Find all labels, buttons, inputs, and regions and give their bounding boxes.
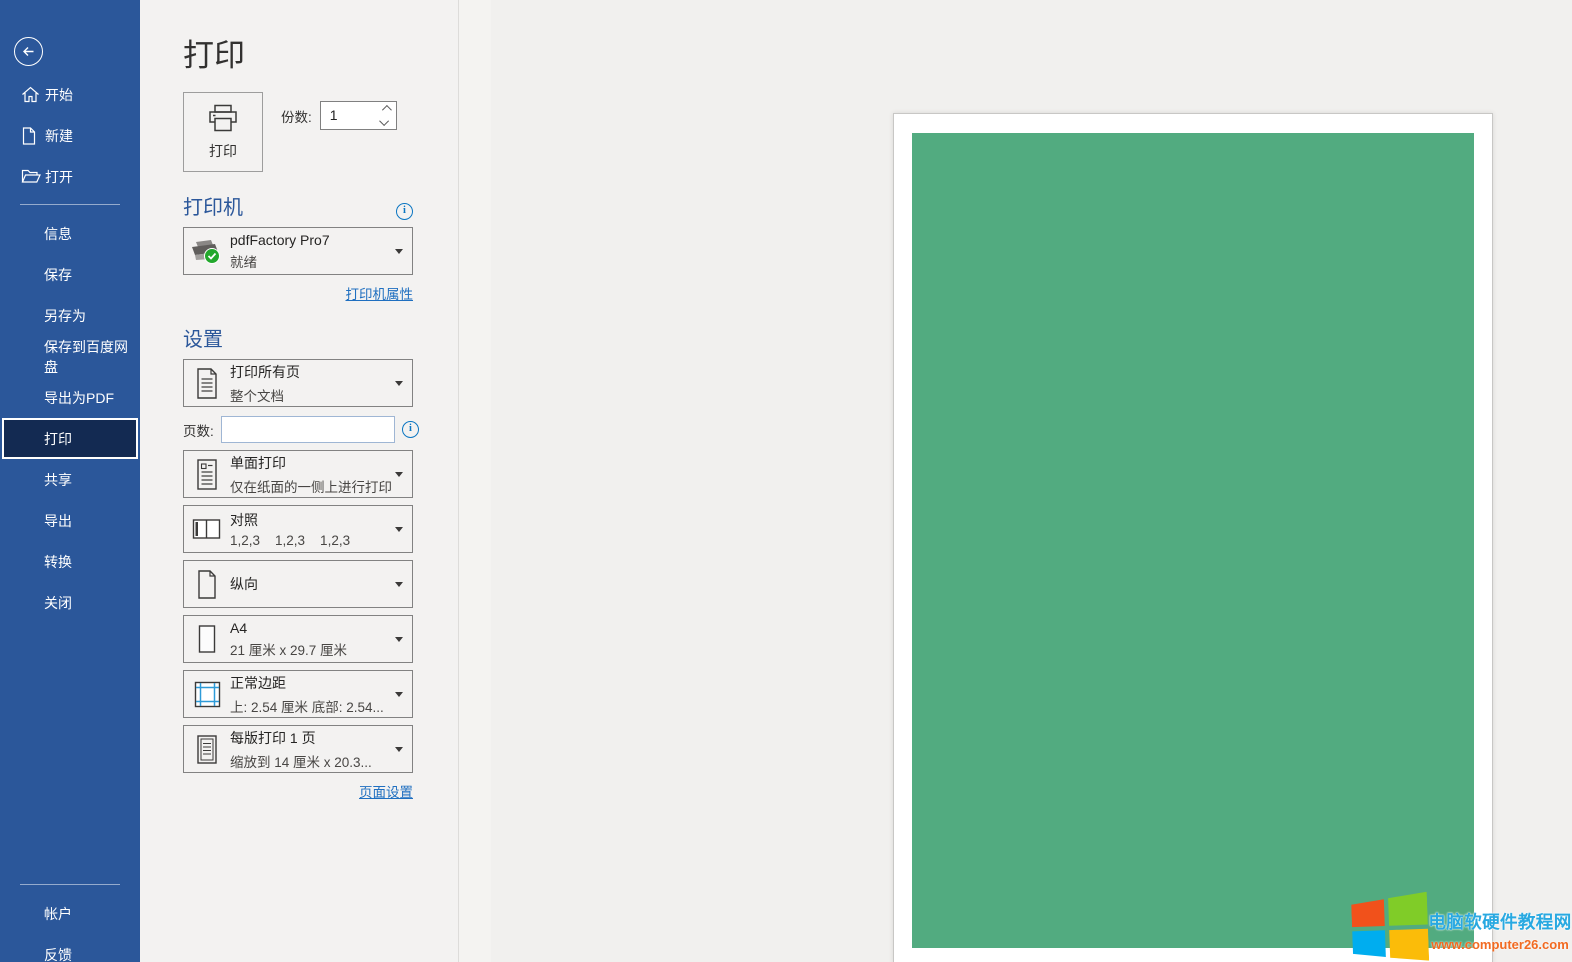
preview-page [893,113,1493,962]
sidebar-item-share[interactable]: 共享 [0,459,140,500]
sidebar-divider [20,204,120,205]
copies-group: 份数: [281,92,397,130]
printer-properties-link[interactable]: 打印机属性 [346,287,414,302]
print-settings-panel: 打印 打印 份数: [183,0,413,802]
copies-label: 份数: [281,106,312,126]
copies-input[interactable] [321,102,382,127]
sidebar-item-close[interactable]: 关闭 [0,582,140,623]
sidebar-item-save-to-baidu[interactable]: 保存到百度网盘 [0,336,140,377]
backstage-sidebar: 开始 新建 打开 信息 保存 另存为 保存到百度网盘 导出为PDF 打印 [0,0,140,962]
document-green-content [912,133,1474,948]
caret-down-icon [395,637,403,642]
windows-logo-icon [1351,892,1429,962]
print-range-icon [184,367,230,400]
caret-down-icon [395,381,403,386]
sidebar-item-new[interactable]: 新建 [0,115,140,156]
page-setup-link[interactable]: 页面设置 [359,785,413,800]
print-preview-area [459,0,1572,962]
spin-down-icon[interactable] [379,116,389,126]
print-range-dropdown[interactable]: 打印所有页 整个文档 [183,359,413,407]
settings-section-heading: 设置 [183,323,223,352]
spin-up-icon[interactable] [382,105,392,115]
home-icon [21,86,45,103]
sidebar-item-export[interactable]: 导出 [0,500,140,541]
caret-down-icon [395,692,403,697]
margins-icon [184,679,230,710]
collation-dropdown[interactable]: 对照 1,2,3 1,2,3 1,2,3 [183,505,413,553]
printer-icon [205,103,241,138]
sidebar-item-feedback[interactable]: 反馈 [0,934,140,962]
sidebar-item-label: 新建 [45,126,73,146]
sidebar-item-save-as[interactable]: 另存为 [0,295,140,336]
margins-dropdown[interactable]: 正常边距 上: 2.54 厘米 底部: 2.54... [183,670,413,718]
print-button[interactable]: 打印 [183,92,263,172]
printer-name: pdfFactory Pro7 [230,232,391,248]
pages-label: 页数: [183,420,221,440]
back-arrow-icon [21,44,36,59]
watermark-site-name: 电脑软硬件教程网 [1428,909,1572,934]
printer-section-heading: 打印机 [183,191,243,220]
pages-per-sheet-dropdown[interactable]: 每版打印 1 页 缩放到 14 厘米 x 20.3... [183,725,413,773]
portrait-icon [184,569,230,600]
caret-down-icon [395,582,403,587]
sidebar-top-nav: 开始 新建 打开 [0,74,140,197]
caret-down-icon [395,472,403,477]
sidebar-item-convert[interactable]: 转换 [0,541,140,582]
sidebar-item-export-pdf[interactable]: 导出为PDF [0,377,140,418]
caret-down-icon [395,747,403,752]
collate-icon [184,517,230,542]
sidebar-menu: 信息 保存 另存为 保存到百度网盘 导出为PDF 打印 共享 导出 转换 关闭 [0,213,140,623]
back-button[interactable] [14,37,43,66]
pages-input[interactable] [221,416,395,443]
printer-device-icon [184,236,230,266]
sidebar-item-info[interactable]: 信息 [0,213,140,254]
word-backstage-print-view: 文档1 - Word 开始 [0,0,1572,962]
sidebar-item-label: 开始 [45,85,73,105]
copies-stepper [320,101,397,130]
site-watermark: 电脑软硬件教程网 www.computer26.com [1352,893,1572,962]
paper-size-dropdown[interactable]: A4 21 厘米 x 29.7 厘米 [183,615,413,663]
pages-info-icon[interactable] [402,421,419,438]
printer-status: 就绪 [230,251,391,271]
one-sided-icon [184,458,230,491]
printer-selector[interactable]: pdfFactory Pro7 就绪 [183,227,413,275]
print-button-label: 打印 [209,141,237,161]
sidebar-divider [20,884,120,885]
paper-size-icon [184,624,230,654]
sidebar-item-label: 打开 [45,167,73,187]
sidebar-item-print[interactable]: 打印 [2,418,138,459]
sidebar-item-home[interactable]: 开始 [0,74,140,115]
sidebar-item-open[interactable]: 打开 [0,156,140,197]
orientation-dropdown[interactable]: 纵向 [183,560,413,608]
sidebar-bottom: 帐户 反馈 [0,884,140,962]
print-sides-dropdown[interactable]: 单面打印 仅在纸面的一侧上进行打印 [183,450,413,498]
watermark-site-url: www.computer26.com [1428,937,1572,952]
pages-per-sheet-icon [184,734,230,765]
sidebar-item-account[interactable]: 帐户 [0,893,140,934]
sidebar-item-save[interactable]: 保存 [0,254,140,295]
new-document-icon [21,127,45,145]
open-folder-icon [21,169,45,184]
printer-info-icon[interactable] [396,203,413,220]
caret-down-icon [395,527,403,532]
caret-down-icon [395,249,403,254]
page-title: 打印 [183,30,413,75]
